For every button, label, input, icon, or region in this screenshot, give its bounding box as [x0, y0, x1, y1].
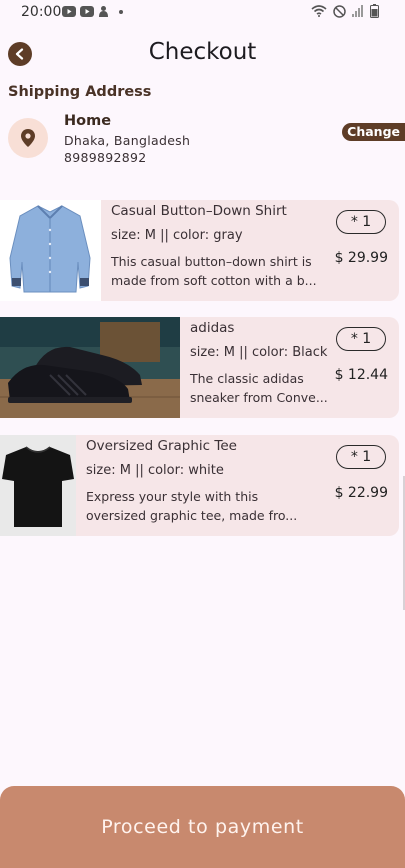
- product-info: adidas size: M || color: Black The class…: [190, 320, 330, 407]
- proceed-to-payment-button[interactable]: Proceed to payment: [0, 786, 405, 868]
- youtube-icon: [80, 6, 94, 17]
- status-bar: 20:00: [0, 0, 405, 26]
- product-price: $ 22.99: [334, 485, 388, 501]
- location-pin-icon: [21, 129, 35, 147]
- product-card[interactable]: Oversized Graphic Tee size: M || color: …: [0, 435, 399, 536]
- product-name: Oversized Graphic Tee: [86, 438, 237, 454]
- product-description-line: Express your style with this: [86, 489, 259, 504]
- youtube-icon: [62, 6, 76, 17]
- product-price: $ 29.99: [334, 250, 388, 266]
- product-size-color: size: M || color: gray: [111, 228, 243, 243]
- signal-icon: [352, 5, 363, 17]
- app-bar: Checkout: [0, 38, 405, 72]
- status-time: 20:00: [21, 4, 62, 20]
- shipping-address-card: Home Dhaka, Bangladesh 8989892892 Change: [8, 112, 405, 172]
- product-info: Oversized Graphic Tee size: M || color: …: [86, 438, 301, 525]
- product-description-line: The classic adidas: [190, 371, 304, 386]
- do-not-disturb-icon: [333, 4, 346, 18]
- quantity-badge[interactable]: * 1: [336, 327, 386, 351]
- product-description-line: made from soft cotton with a b...: [111, 273, 317, 288]
- page-title: Checkout: [148, 39, 257, 65]
- address-name: Home: [64, 113, 112, 129]
- battery-icon: [370, 4, 379, 18]
- notification-icon: [99, 6, 108, 17]
- product-description: This casual button–down shirt is made fr…: [111, 252, 326, 290]
- blue-shirt-image: [0, 200, 101, 301]
- product-description-line: sneaker from Conve...: [190, 390, 328, 405]
- product-info: Casual Button–Down Shirt size: M || colo…: [111, 203, 326, 290]
- product-description-line: This casual button–down shirt is: [111, 254, 312, 269]
- product-name: adidas: [190, 320, 235, 336]
- product-price: $ 12.44: [334, 367, 388, 383]
- status-left-icons: [62, 5, 123, 18]
- product-description: The classic adidas sneaker from Conve...: [190, 369, 330, 407]
- product-size-color: size: M || color: white: [86, 463, 224, 478]
- wifi-icon: [311, 5, 327, 17]
- status-right-icons: [311, 4, 379, 18]
- address-phone: 8989892892: [64, 150, 147, 165]
- quantity-badge[interactable]: * 1: [336, 210, 386, 234]
- product-size-color: size: M || color: Black: [190, 345, 328, 360]
- quantity-badge[interactable]: * 1: [336, 445, 386, 469]
- black-sneaker-image: [0, 317, 180, 418]
- product-card[interactable]: adidas size: M || color: Black The class…: [0, 317, 399, 418]
- black-tshirt-image: [0, 435, 76, 536]
- product-description: Express your style with this oversized g…: [86, 487, 301, 525]
- product-card[interactable]: Casual Button–Down Shirt size: M || colo…: [0, 200, 399, 301]
- product-description-line: oversized graphic tee, made fro...: [86, 508, 298, 523]
- shipping-section-title: Shipping Address: [8, 84, 152, 100]
- change-address-button[interactable]: Change: [342, 123, 405, 141]
- location-pin-badge: [8, 118, 48, 158]
- address-line: Dhaka, Bangladesh: [64, 133, 191, 148]
- dot-icon: [119, 9, 123, 14]
- product-name: Casual Button–Down Shirt: [111, 203, 287, 219]
